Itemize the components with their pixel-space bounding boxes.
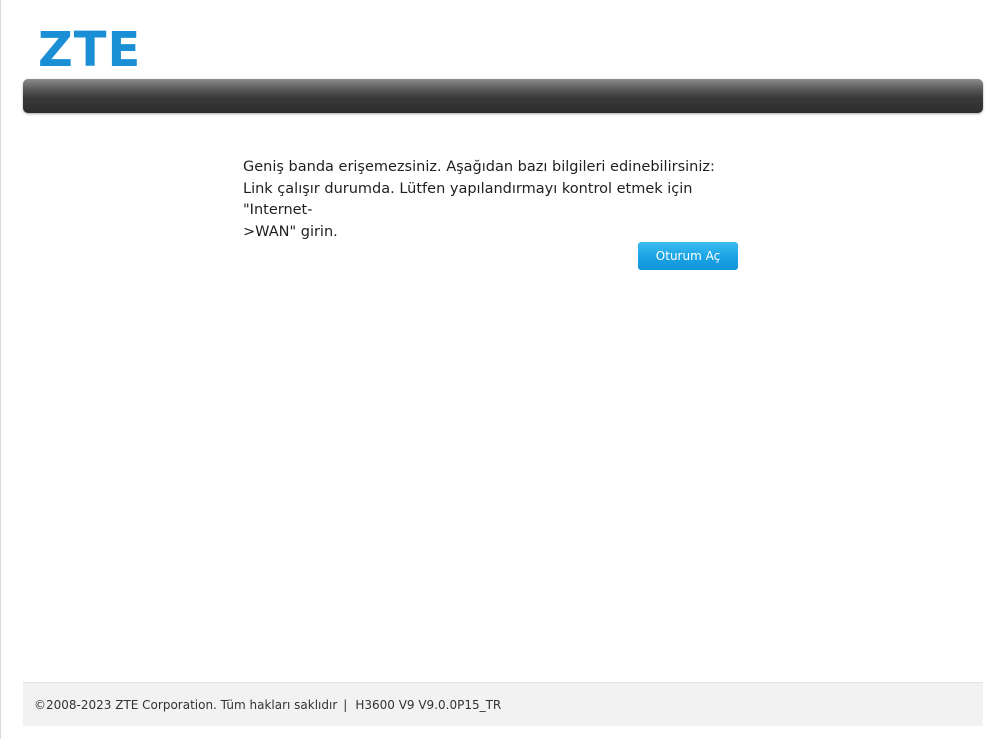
message-line-2: Link çalışır durumda. Lütfen yapılandırm…	[243, 180, 693, 219]
zte-logo: ZTE	[38, 22, 142, 78]
message-line-3: >WAN" girin.	[243, 223, 338, 240]
page: ZTE Geniş banda erişemezsiniz. Aşağıdan …	[0, 0, 998, 739]
top-navigation-bar	[23, 79, 983, 113]
footer-copyright: ©2008-2023 ZTE Corporation. Tüm hakları …	[34, 698, 338, 712]
footer-version: H3600 V9 V9.0.0P15_TR	[355, 698, 502, 712]
footer: ©2008-2023 ZTE Corporation. Tüm hakları …	[23, 682, 983, 726]
message-line-1: Geniş banda erişemezsiniz. Aşağıdan bazı…	[243, 159, 715, 175]
login-button[interactable]: Oturum Aç	[638, 242, 738, 270]
status-message: Geniş banda erişemezsiniz. Aşağıdan bazı…	[243, 157, 763, 243]
footer-separator: |	[343, 698, 348, 712]
